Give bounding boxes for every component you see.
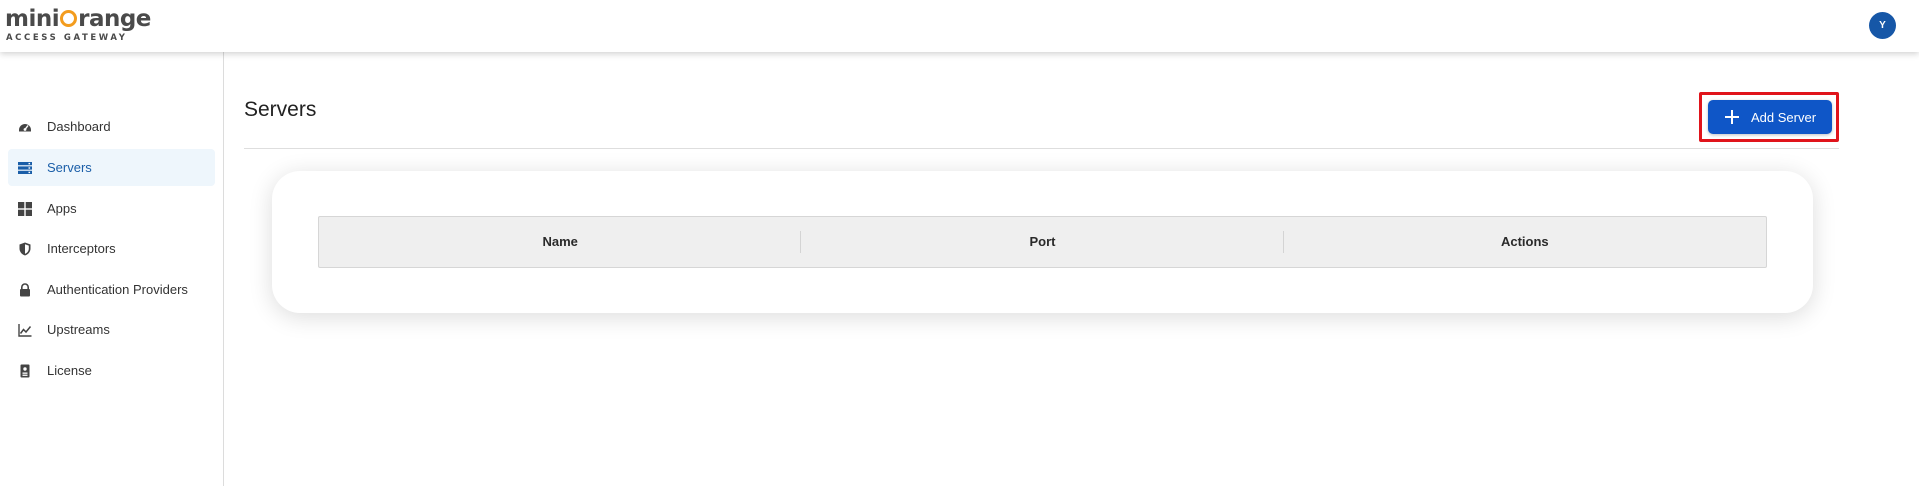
sidebar-item-upstreams[interactable]: Upstreams [8, 311, 215, 348]
sidebar-item-label: Apps [47, 201, 77, 216]
lock-icon [18, 282, 32, 297]
license-icon [18, 364, 32, 378]
logo-text-start: mini [5, 6, 60, 32]
column-header-port[interactable]: Port [801, 217, 1284, 267]
column-header-name[interactable]: Name [319, 217, 802, 267]
sidebar-item-label: Upstreams [47, 322, 110, 337]
title-divider [244, 148, 1839, 149]
logo-o-mark-icon [60, 10, 78, 27]
sidebar-item-servers[interactable]: Servers [8, 149, 215, 186]
chart-line-icon [18, 323, 32, 337]
sidebar-item-label: Authentication Providers [47, 282, 188, 297]
shield-icon [18, 242, 32, 256]
logo-text-end: range [78, 6, 151, 32]
sidebar-item-authentication-providers[interactable]: Authentication Providers [8, 271, 215, 308]
sidebar-item-label: Interceptors [47, 241, 116, 256]
table-header-row: Name Port Actions [318, 216, 1767, 268]
sidebar-item-apps[interactable]: Apps [8, 190, 215, 227]
dashboard-icon [18, 120, 32, 134]
sidebar-item-label: License [47, 363, 92, 378]
top-bar: mini range ACCESS GATEWAY Y [0, 0, 1919, 52]
page-title: Servers [244, 98, 317, 121]
sidebar-item-label: Servers [47, 160, 92, 175]
sidebar-item-dashboard[interactable]: Dashboard [8, 108, 215, 145]
plus-icon [1725, 110, 1739, 124]
sidebar-item-license[interactable]: License [8, 352, 215, 389]
logo-wordmark: mini range [5, 6, 151, 32]
sidebar: Dashboard Servers Apps Interceptors Auth… [0, 52, 224, 486]
user-avatar[interactable]: Y [1869, 12, 1896, 39]
apps-icon [18, 201, 32, 216]
add-server-button-label: Add Server [1751, 109, 1817, 125]
add-server-button[interactable]: Add Server [1708, 100, 1832, 134]
sidebar-item-interceptors[interactable]: Interceptors [8, 230, 215, 267]
column-header-actions[interactable]: Actions [1284, 217, 1766, 267]
servers-icon [18, 161, 32, 175]
sidebar-item-label: Dashboard [47, 119, 111, 134]
miniorange-logo[interactable]: mini range ACCESS GATEWAY [5, 6, 151, 46]
logo-subtitle: ACCESS GATEWAY [6, 33, 128, 43]
